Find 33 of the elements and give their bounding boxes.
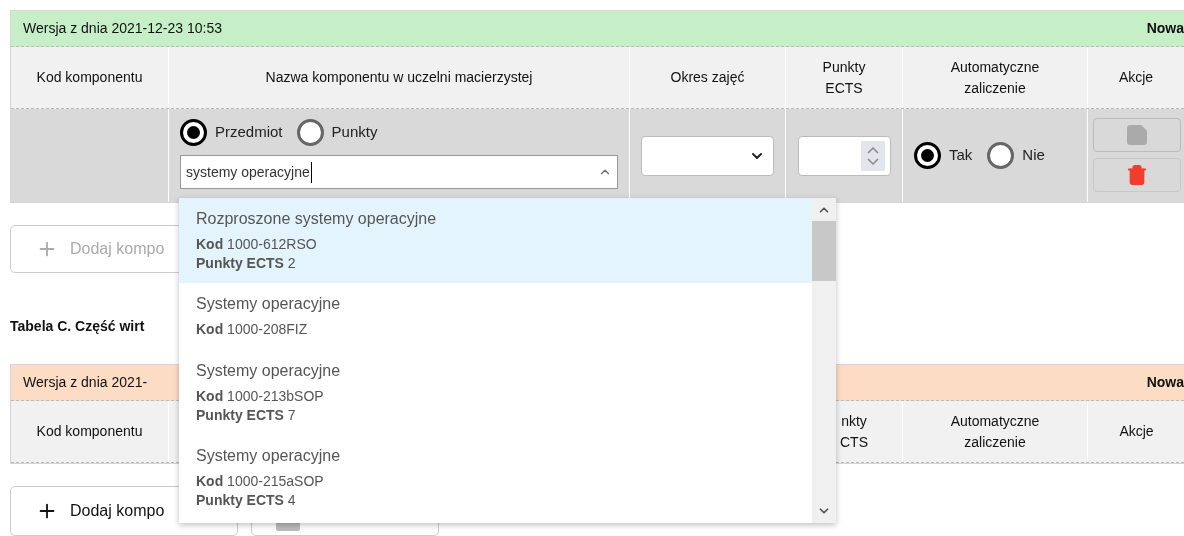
- ects-number-field[interactable]: [797, 135, 891, 176]
- status-label: Nowa: [1146, 373, 1184, 392]
- column-header: Kod komponentu: [36, 68, 143, 87]
- radio-option[interactable]: Tak: [914, 142, 973, 169]
- course-name-combobox[interactable]: systemy operacyjne: [180, 155, 618, 189]
- suggestion-code: Kod 1000-208FIZ: [196, 320, 309, 339]
- trash-icon: [1125, 163, 1148, 187]
- column-header: Punkty ECTS: [821, 57, 867, 98]
- suggestion-name: Systemy operacyjne: [196, 294, 342, 314]
- version-label: Wersja z dnia 2021-12-23 10:53: [23, 19, 222, 38]
- scrollbar-thumb[interactable]: [812, 221, 836, 281]
- radio-option[interactable]: Punkty: [296, 119, 378, 146]
- table-title: Tabela C. Część wirt: [10, 317, 145, 336]
- delete-button[interactable]: [1092, 158, 1181, 192]
- period-select[interactable]: [641, 135, 774, 176]
- suggestion-name: Systemy operacyjne: [196, 361, 342, 381]
- column-header: Okres zajęć: [670, 68, 745, 87]
- spinner-icon: [860, 140, 885, 171]
- suggestion-ects: Punkty ECTS 7: [196, 406, 297, 424]
- suggestion-code: Kod 1000-213bSOP: [196, 387, 325, 406]
- column-header: Kod komponentu: [36, 422, 143, 441]
- column-header: Automatyczne zaliczenie: [949, 411, 1041, 452]
- column-header: nkty CTS: [839, 411, 869, 452]
- radio-option[interactable]: Przedmiot: [180, 119, 283, 146]
- suggestion-name: Systemy operacyjne: [196, 446, 342, 466]
- column-header: Automatyczne zaliczenie: [949, 57, 1041, 98]
- radio-option[interactable]: Nie: [987, 142, 1045, 169]
- version-label: Wersja z dnia 2021-: [23, 373, 148, 392]
- status-label: Nowa: [1146, 19, 1184, 38]
- column-header: Akcje: [1119, 422, 1154, 441]
- column-header: Nazwa komponentu w uczelni macierzystej: [265, 68, 533, 87]
- suggestion-item[interactable]: Rozproszone systemy operacyjne Kod 1000-612RSO Punkty ECTS 2: [179, 198, 812, 283]
- column-header: Akcje: [1118, 68, 1154, 87]
